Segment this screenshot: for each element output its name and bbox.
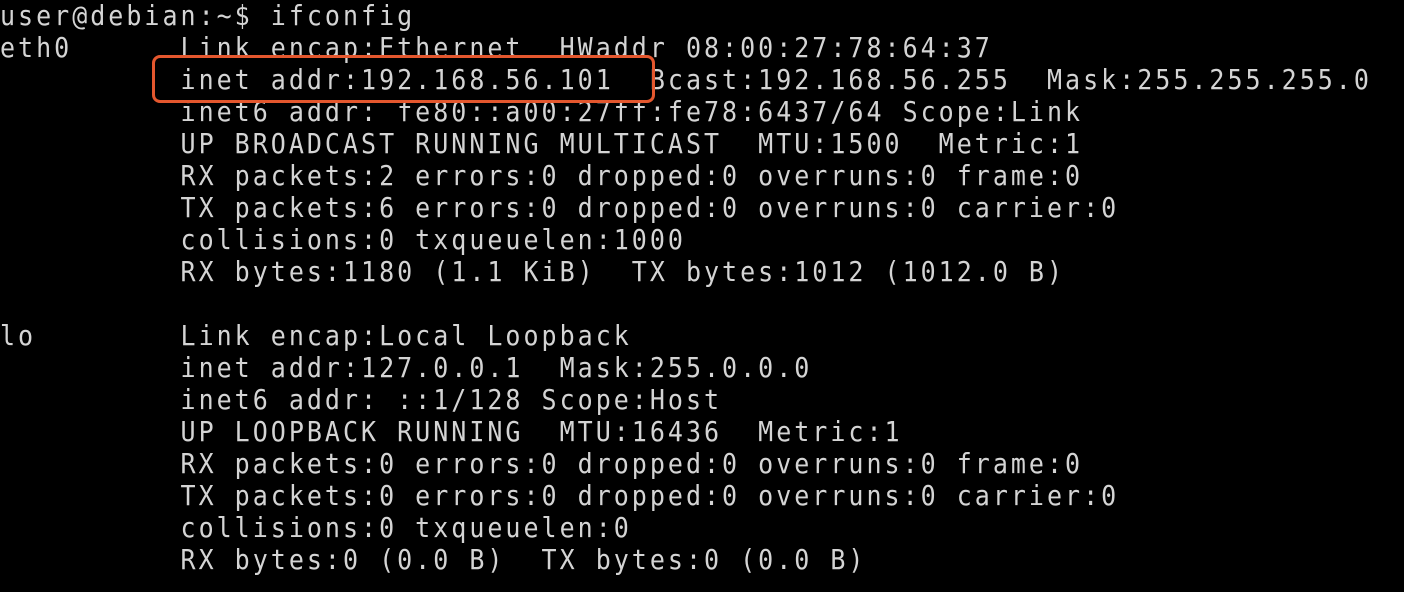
lo-flags-line: UP LOOPBACK RUNNING MTU:16436 Metric:1 (0, 415, 903, 448)
eth0-tx-packets-line: TX packets:6 errors:0 dropped:0 overruns… (0, 191, 1120, 224)
lo-tx-packets-line: TX packets:0 errors:0 dropped:0 overruns… (0, 479, 1120, 512)
eth0-rx-packets-line: RX packets:2 errors:0 dropped:0 overruns… (0, 159, 1084, 192)
eth0-inet6-addr-line: inet6 addr: fe80::a00:27ff:fe78:6437/64 … (0, 95, 1084, 128)
eth0-flags-line: UP BROADCAST RUNNING MULTICAST MTU:1500 … (0, 127, 1084, 160)
lo-link-encap-line: lo Link encap:Local Loopback (0, 319, 632, 352)
eth0-bytes-line: RX bytes:1180 (1.1 KiB) TX bytes:1012 (1… (0, 255, 1066, 288)
eth0-link-encap-line: eth0 Link encap:Ethernet HWaddr 08:00:27… (0, 31, 993, 64)
lo-collisions-line: collisions:0 txqueuelen:0 (0, 511, 632, 544)
lo-bytes-line: RX bytes:0 (0.0 B) TX bytes:0 (0.0 B) (0, 543, 867, 576)
lo-rx-packets-line: RX packets:0 errors:0 dropped:0 overruns… (0, 447, 1084, 480)
command-prompt-line: user@debian:~$ ifconfig (0, 0, 416, 32)
lo-inet6-addr-line: inet6 addr: ::1/128 Scope:Host (0, 383, 723, 416)
lo-inet-addr-line: inet addr:127.0.0.1 Mask:255.0.0.0 (0, 351, 813, 384)
eth0-inet-addr-line: inet addr:192.168.56.101 Bcast:192.168.5… (0, 63, 1372, 96)
terminal-window[interactable]: user@debian:~$ ifconfig eth0 Link encap:… (0, 0, 1404, 592)
eth0-collisions-line: collisions:0 txqueuelen:1000 (0, 223, 686, 256)
